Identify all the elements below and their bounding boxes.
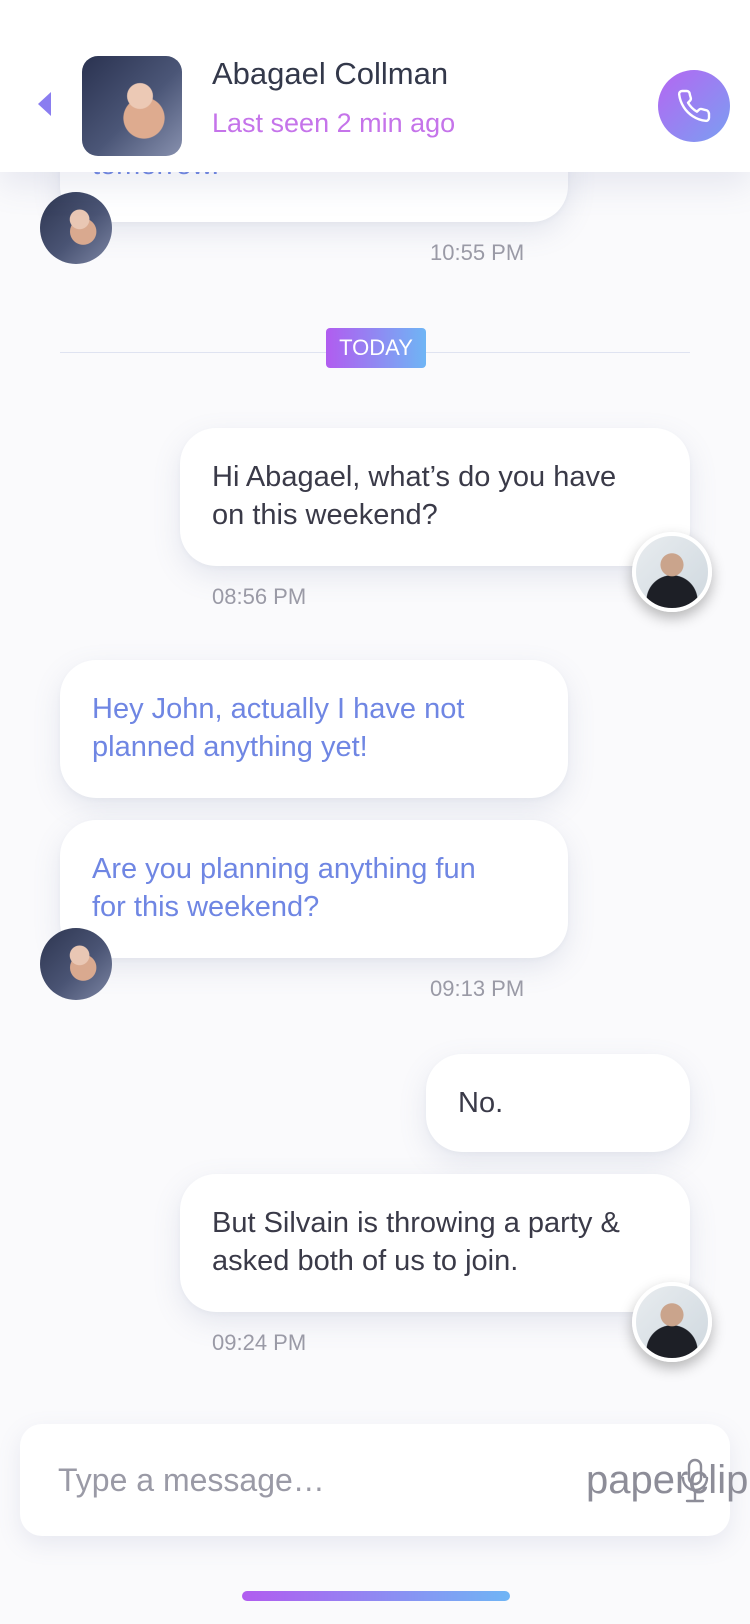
paperclip-icon[interactable]: paperclip bbox=[586, 1454, 748, 1506]
user-avatar[interactable] bbox=[632, 1282, 712, 1362]
message-text-line: Hey John, actually I have not bbox=[92, 693, 465, 725]
message-text-line: But Silvain is throwing a party & bbox=[212, 1207, 620, 1239]
contact-name[interactable]: Abagael Collman bbox=[212, 56, 448, 92]
message-text-line: for this weekend? bbox=[92, 891, 320, 923]
contact-avatar[interactable] bbox=[40, 192, 112, 264]
message-bubble-outgoing[interactable]: No. bbox=[426, 1054, 690, 1152]
message-timestamp: 10:55 PM bbox=[430, 240, 525, 265]
chat-header: Abagael Collman Last seen 2 min ago bbox=[0, 0, 750, 172]
call-button[interactable] bbox=[658, 70, 730, 142]
message-composer: paperclip bbox=[20, 1424, 748, 1536]
message-timestamp: 09:24 PM bbox=[212, 1330, 307, 1355]
message-timestamp: 08:56 PM bbox=[212, 584, 307, 609]
message-bubble-outgoing[interactable]: But Silvain is throwing a party & asked … bbox=[180, 1174, 690, 1312]
last-seen-status: Last seen 2 min ago bbox=[212, 108, 456, 138]
message-bubble-outgoing[interactable]: Hi Abagael, what’s do you have on this w… bbox=[180, 428, 690, 566]
message-text-line: on this weekend? bbox=[212, 499, 438, 531]
message-timestamp: 09:13 PM bbox=[430, 976, 525, 1001]
contact-avatar[interactable] bbox=[40, 928, 112, 1000]
message-bubble-incoming[interactable]: Are you planning anything fun for this w… bbox=[60, 820, 568, 958]
message-text-line: Hi Abagael, what’s do you have bbox=[212, 461, 617, 493]
message-text-line: asked both of us to join. bbox=[212, 1245, 519, 1277]
chevron-left-icon[interactable] bbox=[38, 92, 51, 116]
microphone-icon[interactable] bbox=[680, 1458, 710, 1504]
message-input[interactable] bbox=[58, 1454, 578, 1506]
message-thread[interactable]: tomorrow. 10:55 PM TODAY Hi Abagael, wha… bbox=[0, 0, 750, 1624]
message-text: No. bbox=[458, 1087, 504, 1119]
user-avatar[interactable] bbox=[632, 532, 712, 612]
contact-header-avatar[interactable] bbox=[82, 56, 182, 156]
home-indicator bbox=[242, 1591, 510, 1601]
message-text-line: Are you planning anything fun bbox=[92, 853, 476, 885]
message-bubble-incoming[interactable]: Hey John, actually I have not planned an… bbox=[60, 660, 568, 798]
date-divider-label: TODAY bbox=[326, 328, 426, 368]
phone-icon bbox=[677, 89, 711, 123]
message-text-line: planned anything yet! bbox=[92, 731, 368, 763]
